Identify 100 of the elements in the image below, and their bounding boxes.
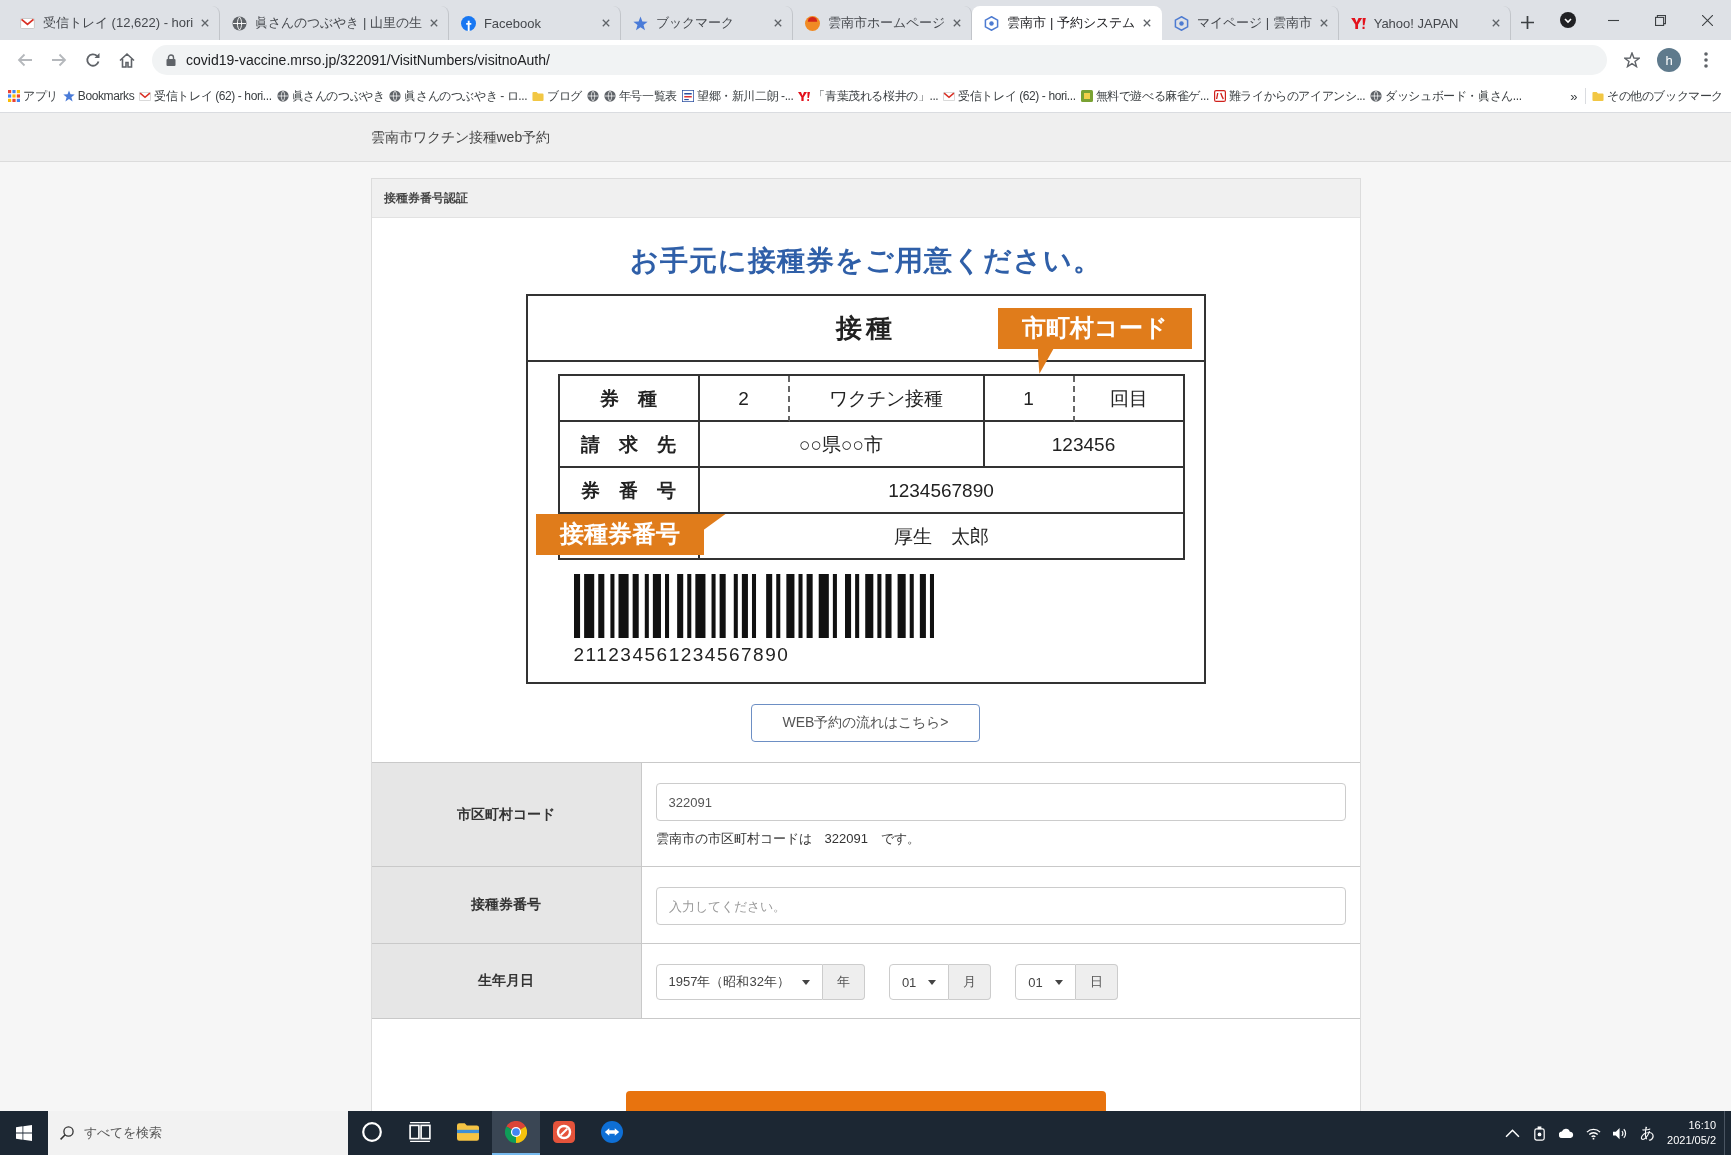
speaker-icon[interactable] — [1613, 1125, 1629, 1141]
disc-icon[interactable] — [1560, 12, 1576, 28]
barcode-number: 211234561234567890 — [573, 644, 790, 666]
caret-icon — [801, 979, 810, 985]
search-field[interactable]: すべてを検索 — [48, 1111, 348, 1155]
globe-icon — [232, 15, 248, 31]
caret-icon — [928, 979, 937, 985]
envelope-icon — [943, 91, 956, 101]
dropdown-select[interactable]: 01 — [1015, 964, 1076, 1000]
lock-icon — [166, 54, 176, 66]
home-icon[interactable] — [119, 52, 135, 68]
reload-icon[interactable] — [85, 52, 101, 68]
ring-icon — [361, 1121, 383, 1143]
logo-icon — [798, 91, 811, 101]
device-icon[interactable] — [1532, 1125, 1548, 1141]
bookmark-link[interactable]: 受信トレイ (62) - hori... — [941, 85, 1078, 107]
star-icon[interactable] — [1624, 52, 1640, 68]
search-icon — [60, 1126, 74, 1140]
round-logo-icon — [805, 15, 821, 31]
close-icon[interactable] — [1702, 14, 1713, 26]
round-logo-icon — [460, 15, 476, 31]
bookmark-link[interactable]: 望郷・新川二朗 -... — [679, 85, 796, 107]
close-icon[interactable] — [774, 19, 783, 27]
callout-label: 接種券番号 — [535, 514, 726, 555]
globe-icon — [603, 90, 616, 102]
dropdown-select[interactable]: 1957年（昭和32年） — [655, 964, 823, 1000]
bookmark-link[interactable]: 難ライからのアイアンシ... — [1211, 85, 1368, 107]
bookmark-link[interactable] — [584, 88, 601, 104]
globe-icon — [1370, 90, 1383, 102]
more-bookmarks-button[interactable]: » — [1566, 88, 1581, 104]
callout-label: 市町村コード — [997, 308, 1192, 374]
other-bookmarks-button[interactable]: その他のブックマーク — [1590, 85, 1725, 107]
bookmark-link[interactable]: 受信トレイ (62) - hori... — [137, 85, 274, 107]
text-input[interactable]: 入力してください。 — [655, 887, 1346, 925]
bookmark-link[interactable]: 無料で遊べる麻雀ゲ... — [1078, 85, 1211, 107]
bookmark-link[interactable]: 眞さんのつぶやき — [274, 85, 387, 107]
ticket-cell: 123456 — [984, 422, 1185, 468]
close-icon[interactable] — [201, 19, 210, 27]
logo-icon — [1350, 17, 1366, 29]
folder-icon — [532, 91, 545, 101]
star-icon — [62, 90, 75, 102]
page-heading: お手元に接種券をご用意ください。 — [629, 244, 1102, 278]
globe-icon — [586, 90, 599, 102]
ticket-cell: 回目 — [1074, 376, 1185, 422]
close-icon[interactable] — [1492, 19, 1500, 27]
bookmark-link[interactable]: 年号一覧表 — [601, 85, 679, 107]
help-text: 雲南市の市区町村コードは 322091 です。 — [655, 830, 920, 848]
close-icon[interactable] — [1143, 19, 1152, 27]
ticket-cell: 券 種 — [559, 376, 700, 422]
clock-date: 2021/05/2 — [1667, 1133, 1716, 1148]
text-input[interactable]: 322091 — [655, 783, 1346, 821]
bookmark-link[interactable]: 「青葉茂れる桜井の」... — [796, 85, 941, 107]
ticket-cell: 2 — [699, 376, 790, 422]
card-title: 接種券番号認証 — [383, 189, 468, 207]
ticket-title: 接種 — [835, 311, 896, 345]
dropdown-select[interactable]: 01 — [888, 964, 950, 1000]
segmented-circle-icon — [505, 1121, 527, 1143]
hexagon-icon — [1174, 15, 1190, 31]
restore-icon[interactable] — [1655, 14, 1666, 26]
globe-icon — [276, 90, 289, 102]
tile-icon — [1080, 90, 1093, 102]
flow-link-button[interactable]: WEB予約の流れはこちら> — [751, 704, 980, 742]
bookmark-link[interactable]: 眞さんのつぶやき - ロ... — [387, 85, 530, 107]
site-title: 雲南市ワクチン接種web予約 — [370, 128, 551, 145]
star-icon — [633, 15, 649, 31]
address-field[interactable]: covid19-vaccine.mrso.jp/322091/VisitNumbers/visitnoAuth/ — [152, 45, 1607, 75]
folder-icon — [1592, 91, 1604, 101]
bookmark-link[interactable]: アプリ — [6, 85, 60, 107]
apps-grid-icon — [8, 90, 20, 102]
close-icon[interactable] — [602, 19, 611, 27]
profile-avatar[interactable]: h — [1657, 48, 1681, 72]
close-icon[interactable] — [953, 19, 962, 27]
plus-icon[interactable] — [1521, 16, 1534, 29]
envelope-icon — [20, 17, 35, 29]
form-label: 市区町村コード — [371, 763, 642, 867]
ime-indicator[interactable]: あ — [1640, 1123, 1656, 1143]
task-view-icon — [409, 1121, 431, 1143]
square-logo-icon — [1213, 90, 1226, 102]
unit-label: 年 — [822, 964, 865, 1000]
ticket-cell: 1234567890 — [699, 468, 1185, 514]
envelope-icon — [139, 91, 152, 101]
clock-time: 16:10 — [1688, 1118, 1716, 1133]
start-icon[interactable] — [16, 1125, 32, 1141]
bookmark-link[interactable]: ダッシュボード・眞さん... — [1368, 85, 1524, 107]
ticket-cell: ○○県○○市 — [699, 422, 985, 468]
folder-icon — [457, 1123, 479, 1141]
caret-icon — [1054, 979, 1063, 985]
unit-label: 日 — [1075, 964, 1118, 1000]
form-label: 接種券番号 — [371, 867, 642, 944]
close-icon[interactable] — [1319, 19, 1328, 27]
ticket-cell: ワクチン接種 — [789, 376, 985, 422]
unit-label: 月 — [949, 964, 992, 1000]
bookmark-link[interactable]: ブログ — [530, 85, 584, 107]
globe-icon — [389, 90, 402, 102]
browser-tab[interactable]: 雲南市 | 予約システム — [972, 6, 1163, 40]
ring-tile-icon — [553, 1121, 575, 1143]
close-icon[interactable] — [429, 19, 438, 27]
form-label: 生年月日 — [371, 944, 642, 1019]
ticket-cell: 請 求 先 — [559, 422, 700, 468]
bookmark-link[interactable]: Bookmarks — [60, 87, 137, 105]
